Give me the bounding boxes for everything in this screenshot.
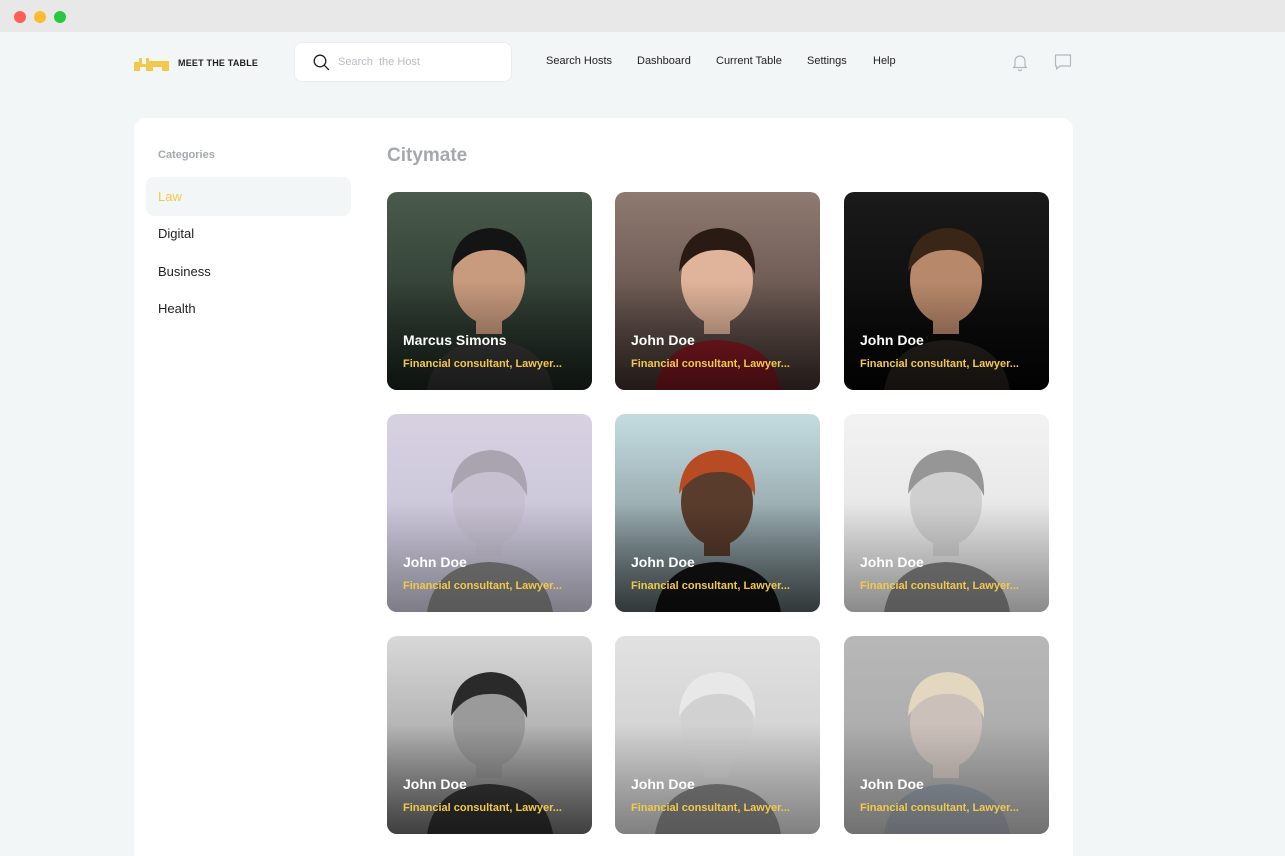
table-logo-icon xyxy=(134,58,169,71)
host-role: Financial consultant, Lawyer... xyxy=(860,802,1019,814)
nav-search-hosts[interactable]: Search Hosts xyxy=(546,55,612,67)
host-card[interactable]: John Doe Financial consultant, Lawyer... xyxy=(615,636,820,834)
bell-icon[interactable] xyxy=(1010,52,1030,72)
host-role: Financial consultant, Lawyer... xyxy=(631,802,790,814)
host-name: John Doe xyxy=(860,554,924,570)
host-role: Financial consultant, Lawyer... xyxy=(403,802,562,814)
search-input[interactable] xyxy=(338,56,498,68)
nav-help[interactable]: Help xyxy=(873,55,896,67)
brand-name: MEET THE TABLE xyxy=(178,58,259,68)
host-name: John Doe xyxy=(631,554,695,570)
host-role: Financial consultant, Lawyer... xyxy=(631,358,790,370)
host-card[interactable]: John Doe Financial consultant, Lawyer... xyxy=(387,414,592,612)
host-name: John Doe xyxy=(403,776,467,792)
brand-logo[interactable]: MEET THE TABLE xyxy=(133,52,258,74)
nav-dashboard[interactable]: Dashboard xyxy=(637,55,691,67)
host-card[interactable]: John Doe Financial consultant, Lawyer... xyxy=(615,414,820,612)
host-role: Financial consultant, Lawyer... xyxy=(403,358,562,370)
host-role: Financial consultant, Lawyer... xyxy=(860,358,1019,370)
host-name: John Doe xyxy=(631,776,695,792)
content-panel: Categories Law Digital Business Health C… xyxy=(134,118,1073,856)
categories-heading: Categories xyxy=(158,149,215,161)
host-name: John Doe xyxy=(403,554,467,570)
chat-icon[interactable] xyxy=(1053,52,1073,72)
category-law[interactable]: Law xyxy=(146,177,351,216)
nav-settings[interactable]: Settings xyxy=(807,55,847,67)
host-role: Financial consultant, Lawyer... xyxy=(860,580,1019,592)
window-close-button[interactable] xyxy=(14,11,26,23)
host-card[interactable]: John Doe Financial consultant, Lawyer... xyxy=(844,414,1049,612)
host-card[interactable]: Marcus Simons Financial consultant, Lawye… xyxy=(387,192,592,390)
host-name: John Doe xyxy=(860,332,924,348)
host-card[interactable]: John Doe Financial consultant, Lawyer... xyxy=(844,192,1049,390)
nav-current-table[interactable]: Current Table xyxy=(716,55,782,67)
category-health[interactable]: Health xyxy=(146,289,351,328)
host-role: Financial consultant, Lawyer... xyxy=(403,580,562,592)
window-minimize-button[interactable] xyxy=(34,11,46,23)
host-card[interactable]: John Doe Financial consultant, Lawyer... xyxy=(615,192,820,390)
host-name: John Doe xyxy=(860,776,924,792)
host-name: Marcus Simons xyxy=(403,332,507,348)
window-zoom-button[interactable] xyxy=(54,11,66,23)
host-role: Financial consultant, Lawyer... xyxy=(631,580,790,592)
search-icon xyxy=(313,54,330,70)
window-titlebar xyxy=(0,0,1285,32)
host-card[interactable]: John Doe Financial consultant, Lawyer... xyxy=(844,636,1049,834)
host-card[interactable]: John Doe Financial consultant, Lawyer... xyxy=(387,636,592,834)
category-digital[interactable]: Digital xyxy=(146,214,351,253)
host-name: John Doe xyxy=(631,332,695,348)
category-business[interactable]: Business xyxy=(146,252,351,291)
host-search-bar[interactable] xyxy=(294,42,512,82)
page-title: Citymate xyxy=(387,145,468,166)
